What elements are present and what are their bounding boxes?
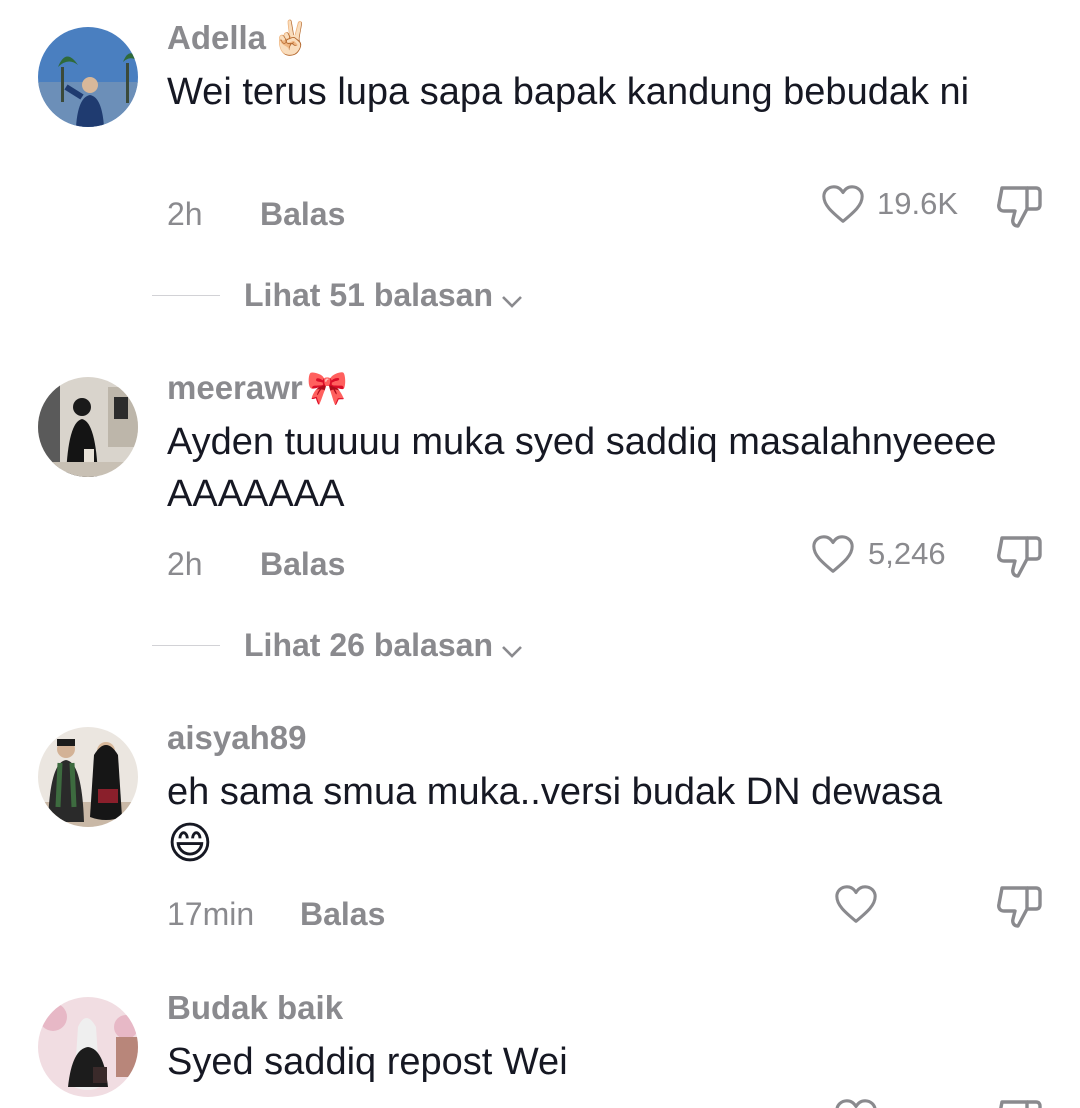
thumbs-down-outline-icon [997,536,1042,578]
like-button[interactable] [833,882,879,930]
heart-outline-icon [812,535,854,573]
heart-outline-icon [835,885,877,923]
thumbs-down-outline-icon [997,186,1042,228]
reply-button[interactable]: Balas [260,544,345,584]
avatar[interactable] [38,27,138,127]
like-count: 5,246 [868,536,946,571]
like-count: 19.6K [877,186,959,221]
reply-button[interactable]: Balas [300,894,385,934]
dislike-button[interactable] [994,182,1044,230]
heart-outline-icon [822,185,864,223]
comment-text: Syed saddiq repost Wei [167,1041,568,1083]
comment-time: 17min [167,896,255,932]
dislike-button[interactable] [994,532,1044,580]
comment-text: Wei terus lupa sapa bapak kandung bebuda… [167,71,970,113]
ribbon-emoji: 🎀 [306,369,348,406]
avatar[interactable] [38,997,138,1097]
avatar[interactable] [38,377,138,477]
chevron-down-icon [501,278,523,318]
thumbs-down-outline-icon [997,886,1042,928]
like-button[interactable] [810,532,856,580]
dislike-button[interactable] [994,882,1044,930]
victory-hand-emoji: ✌🏻 [270,19,312,56]
comment-username[interactable]: Adella ✌🏻 [167,18,311,58]
view-replies-button[interactable]: Lihat 26 balasan [244,625,523,668]
like-button[interactable] [833,1096,879,1108]
thumbs-down-outline-icon [999,1100,1042,1108]
grinning-face-emoji: 😄 [167,819,213,868]
view-replies-button[interactable]: Lihat 51 balasan [244,275,523,318]
comment-time: 2h [167,196,203,232]
divider [152,295,220,296]
comment-time: 2h [167,546,203,582]
avatar[interactable] [38,727,138,827]
comment-username[interactable]: aisyah89 [167,718,306,758]
comment-username[interactable]: Budak baik [167,988,343,1028]
chevron-down-icon [501,628,523,668]
like-button[interactable] [820,182,866,230]
divider [152,645,220,646]
comment-text: Ayden tuuuuu muka syed saddiq masalahnye… [167,421,997,515]
comment-text: eh sama smua muka..versi budak DN dewasa… [167,771,943,868]
reply-button[interactable]: Balas [260,194,345,234]
dislike-button[interactable] [994,1096,1044,1108]
comment-username[interactable]: meerawr 🎀 [167,368,348,408]
heart-outline-icon [835,1099,877,1108]
